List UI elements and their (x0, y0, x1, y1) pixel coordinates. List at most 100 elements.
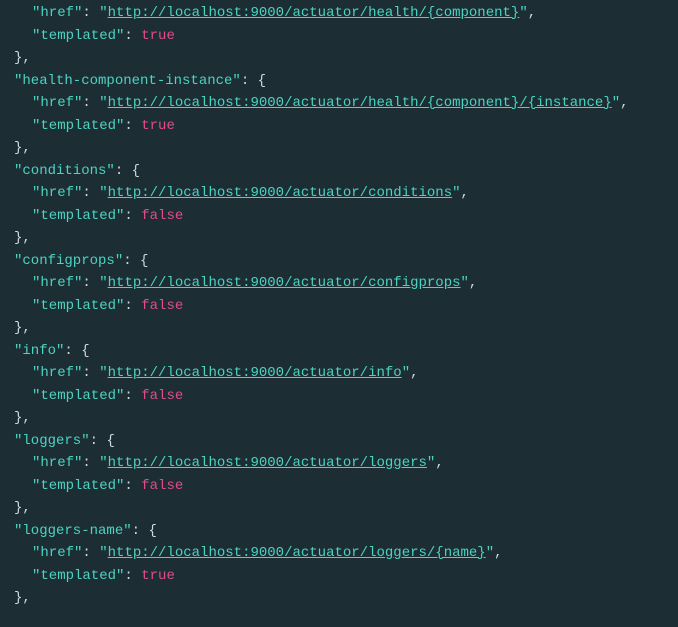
colon: : (124, 208, 141, 224)
json-boolean: true (141, 118, 175, 134)
colon: : (82, 365, 99, 381)
actuator-link[interactable]: http://localhost:9000/actuator/loggers/{… (108, 545, 486, 561)
json-object-end: }, (0, 47, 678, 70)
json-boolean: false (141, 298, 183, 314)
colon: : (124, 118, 141, 134)
json-boolean: false (141, 478, 183, 494)
json-key-href: "href" (32, 365, 82, 381)
actuator-link[interactable]: http://localhost:9000/actuator/info (108, 365, 402, 381)
json-key-href: "href" (32, 275, 82, 291)
comma: , (528, 5, 536, 21)
json-object-end: }, (0, 137, 678, 160)
json-key-href: "href" (32, 95, 82, 111)
colon: : (82, 455, 99, 471)
json-boolean: true (141, 568, 175, 584)
json-boolean: false (141, 388, 183, 404)
json-href-line: "href": "http://localhost:9000/actuator/… (0, 2, 678, 25)
json-templated-line: "templated": false (0, 385, 678, 408)
actuator-link[interactable]: http://localhost:9000/actuator/condition… (108, 185, 452, 201)
colon: : (124, 28, 141, 44)
brace-close: }, (14, 590, 31, 606)
comma: , (469, 275, 477, 291)
json-templated-line: "templated": true (0, 25, 678, 48)
colon: : (82, 545, 99, 561)
brace-close: }, (14, 230, 31, 246)
json-href-value: "http://localhost:9000/actuator/info" (99, 365, 410, 381)
colon: : (64, 343, 81, 359)
brace-close: }, (14, 50, 31, 66)
json-object-end: }, (0, 587, 678, 610)
json-object-end: }, (0, 497, 678, 520)
comma: , (494, 545, 502, 561)
brace-close: }, (14, 140, 31, 156)
json-key-templated: "templated" (32, 568, 124, 584)
comma: , (435, 455, 443, 471)
json-object-start: "health-component-instance": { (0, 70, 678, 93)
json-object-start: "loggers-name": { (0, 520, 678, 543)
json-key-href: "href" (32, 545, 82, 561)
json-object-start: "configprops": { (0, 250, 678, 273)
comma: , (461, 185, 469, 201)
json-object-start: "loggers": { (0, 430, 678, 453)
actuator-link[interactable]: http://localhost:9000/actuator/health/{c… (108, 95, 612, 111)
json-key-templated: "templated" (32, 478, 124, 494)
json-object-start: "conditions": { (0, 160, 678, 183)
json-object-end: }, (0, 407, 678, 430)
json-href-value: "http://localhost:9000/actuator/health/{… (99, 95, 620, 111)
json-templated-line: "templated": true (0, 565, 678, 588)
json-href-value: "http://localhost:9000/actuator/configpr… (99, 275, 469, 291)
json-href-value: "http://localhost:9000/actuator/loggers" (99, 455, 435, 471)
json-object-start: "info": { (0, 340, 678, 363)
brace-open: { (140, 253, 148, 269)
json-key-templated: "templated" (32, 208, 124, 224)
json-code-block: "href": "http://localhost:9000/actuator/… (0, 0, 678, 616)
actuator-link[interactable]: http://localhost:9000/actuator/health/{c… (108, 5, 520, 21)
brace-close: }, (14, 410, 31, 426)
json-key-href: "href" (32, 185, 82, 201)
json-href-value: "http://localhost:9000/actuator/loggers/… (99, 545, 494, 561)
json-key: "conditions" (14, 163, 115, 179)
colon: : (124, 388, 141, 404)
colon: : (82, 5, 99, 21)
json-templated-line: "templated": true (0, 115, 678, 138)
colon: : (115, 163, 132, 179)
brace-open: { (106, 433, 114, 449)
json-href-line: "href": "http://localhost:9000/actuator/… (0, 542, 678, 565)
colon: : (82, 185, 99, 201)
json-key-templated: "templated" (32, 388, 124, 404)
brace-open: { (258, 73, 266, 89)
json-href-line: "href": "http://localhost:9000/actuator/… (0, 452, 678, 475)
colon: : (124, 568, 141, 584)
colon: : (132, 523, 149, 539)
actuator-link[interactable]: http://localhost:9000/actuator/loggers (108, 455, 427, 471)
json-key-templated: "templated" (32, 118, 124, 134)
json-key-href: "href" (32, 5, 82, 21)
colon: : (82, 95, 99, 111)
colon: : (124, 298, 141, 314)
comma: , (410, 365, 418, 381)
brace-close: }, (14, 500, 31, 516)
brace-open: { (148, 523, 156, 539)
json-key: "configprops" (14, 253, 123, 269)
json-href-line: "href": "http://localhost:9000/actuator/… (0, 272, 678, 295)
json-boolean: false (141, 208, 183, 224)
json-key-templated: "templated" (32, 298, 124, 314)
brace-open: { (132, 163, 140, 179)
json-object-end: }, (0, 317, 678, 340)
json-templated-line: "templated": false (0, 295, 678, 318)
json-href-value: "http://localhost:9000/actuator/conditio… (99, 185, 460, 201)
json-templated-line: "templated": false (0, 475, 678, 498)
json-object-end: }, (0, 227, 678, 250)
colon: : (241, 73, 258, 89)
json-key: "loggers-name" (14, 523, 132, 539)
json-boolean: true (141, 28, 175, 44)
json-templated-line: "templated": false (0, 205, 678, 228)
actuator-link[interactable]: http://localhost:9000/actuator/configpro… (108, 275, 461, 291)
json-key: "info" (14, 343, 64, 359)
json-href-value: "http://localhost:9000/actuator/health/{… (99, 5, 527, 21)
brace-open: { (81, 343, 89, 359)
json-key: "health-component-instance" (14, 73, 241, 89)
comma: , (620, 95, 628, 111)
colon: : (123, 253, 140, 269)
colon: : (90, 433, 107, 449)
